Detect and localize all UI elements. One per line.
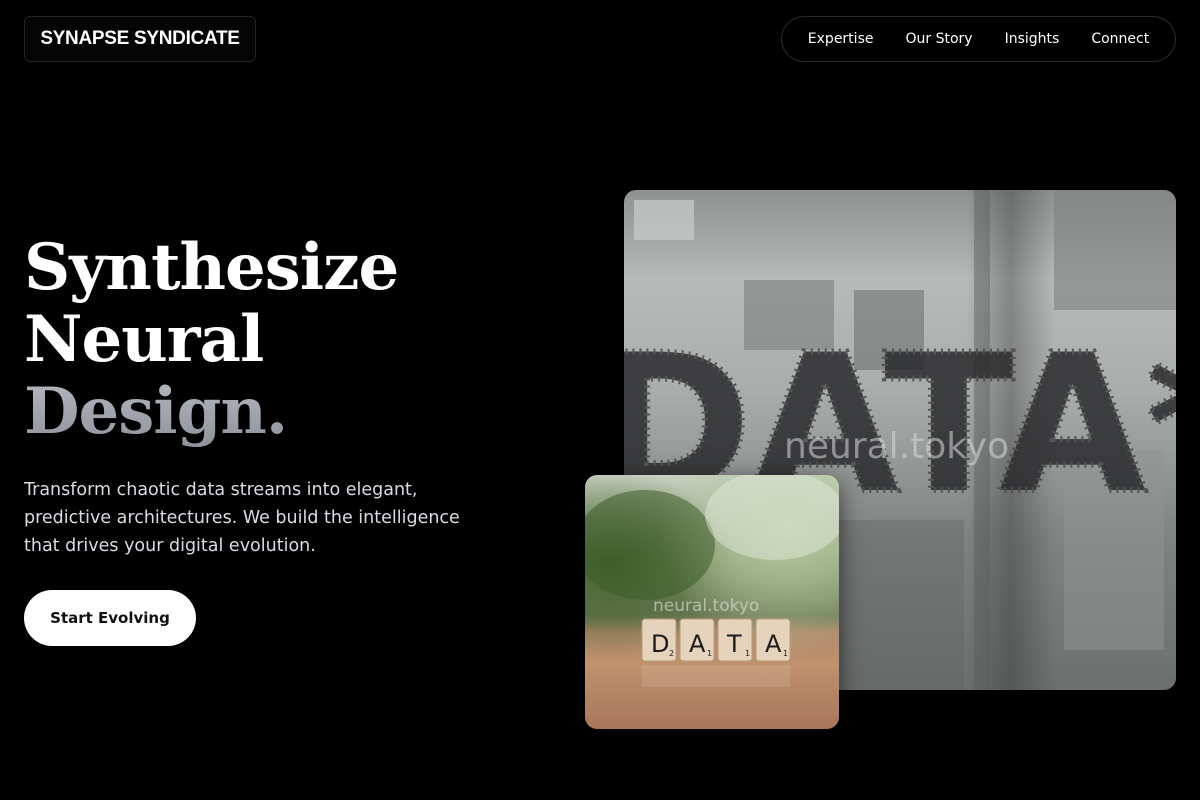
window-watermark: neural.tokyo — [784, 426, 1009, 467]
scrabble-tile: D 2 — [641, 618, 677, 662]
nav-link-expertise[interactable]: Expertise — [792, 31, 890, 47]
svg-text:1: 1 — [707, 649, 712, 658]
svg-text:1: 1 — [745, 649, 750, 658]
nav-link-our-story[interactable]: Our Story — [889, 31, 988, 47]
hero-headline-line-2: Neural — [24, 302, 264, 377]
facade-window — [1054, 190, 1176, 310]
hero-headline-line-3: Design. — [24, 376, 398, 448]
svg-text:A: A — [689, 630, 706, 658]
nav-link-insights[interactable]: Insights — [989, 31, 1076, 47]
nav-link-connect[interactable]: Connect — [1075, 31, 1165, 47]
scrabble-tile: T 1 — [717, 618, 753, 662]
svg-text:D: D — [651, 630, 669, 658]
svg-text:2: 2 — [669, 649, 674, 658]
hero-subcopy: Transform chaotic data streams into eleg… — [24, 480, 460, 556]
hero-headline-line-1: Synthesize — [24, 230, 399, 305]
facade-window — [634, 200, 694, 240]
tiles-watermark: neural.tokyo — [653, 596, 759, 616]
tiles-reflection — [642, 665, 790, 687]
hero-headline: Synthesize Neural Design. — [24, 230, 399, 448]
light-blur — [705, 475, 839, 560]
scrabble-tiles-illustration: neural.tokyo D 2 A 1 T 1 A 1 — [585, 475, 839, 687]
main-nav: Expertise Our Story Insights Connect — [781, 16, 1176, 62]
scrabble-tile: A 1 — [679, 618, 715, 662]
plant-blur — [585, 490, 715, 600]
start-evolving-button[interactable]: Start Evolving — [24, 590, 196, 646]
svg-text:A: A — [765, 630, 782, 658]
scrabble-data-photo: neural.tokyo D 2 A 1 T 1 A 1 — [585, 475, 839, 729]
svg-text:T: T — [726, 630, 742, 658]
scrabble-tile: A 1 — [755, 618, 791, 662]
brand-logo[interactable]: SYNAPSE SYNDICATE — [24, 16, 256, 62]
svg-text:1: 1 — [783, 649, 788, 658]
